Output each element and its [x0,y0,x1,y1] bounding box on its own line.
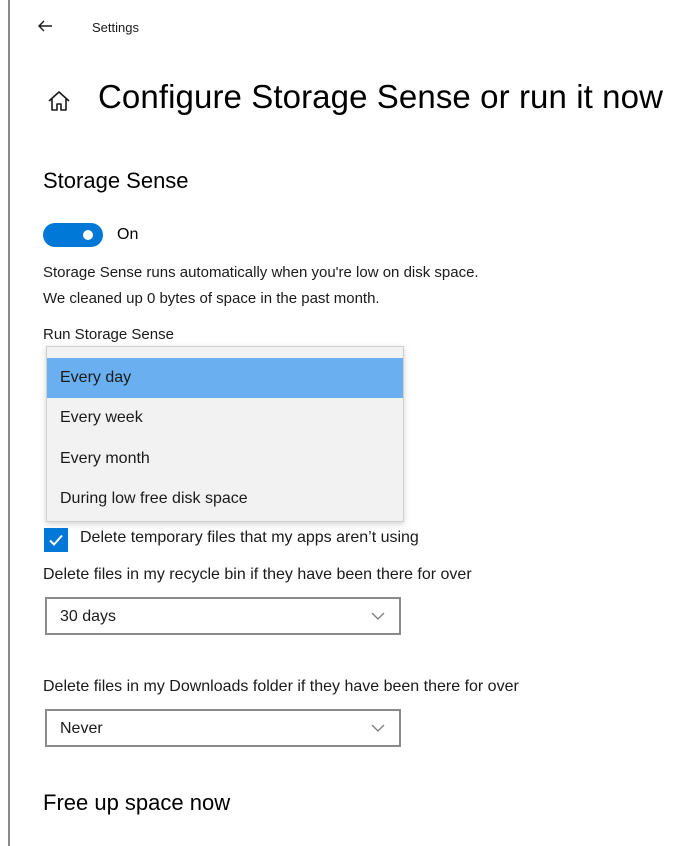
chevron-down-icon [371,612,385,620]
option-during-low-free-disk-space[interactable]: During low free disk space [47,479,403,519]
checkmark-icon [49,534,63,546]
downloads-label: Delete files in my Downloads folder if t… [43,678,519,695]
option-every-month[interactable]: Every month [47,439,403,479]
toggle-label: On [117,226,139,243]
downloads-value: Never [60,720,103,737]
option-every-week[interactable]: Every week [47,398,403,438]
recycle-bin-label: Delete files in my recycle bin if they h… [43,566,472,583]
toggle-knob [83,230,93,240]
app-title: Settings [92,20,139,35]
home-icon [46,88,72,114]
delete-temp-files-label: Delete temporary files that my apps aren… [80,529,419,546]
window-left-border [8,0,10,846]
downloads-select[interactable]: Never [45,709,401,747]
delete-temp-files-checkbox[interactable] [44,528,68,552]
arrow-left-icon [38,20,52,32]
recycle-bin-value: 30 days [60,608,117,625]
storage-sense-heading: Storage Sense [43,168,189,193]
page-title: Configure Storage Sense or run it now [98,78,664,115]
option-every-day[interactable]: Every day [47,358,403,398]
run-storage-sense-dropdown-list: Every day Every week Every month During … [46,346,404,522]
cleaned-up-summary: We cleaned up 0 bytes of space in the pa… [43,290,380,307]
storage-sense-toggle[interactable] [43,223,103,247]
run-storage-sense-label: Run Storage Sense [43,326,174,343]
chevron-down-icon [371,724,385,732]
back-button[interactable] [34,14,58,38]
storage-sense-description: Storage Sense runs automatically when yo… [43,264,479,281]
recycle-bin-select[interactable]: 30 days [45,597,401,635]
free-up-space-heading: Free up space now [43,790,231,815]
